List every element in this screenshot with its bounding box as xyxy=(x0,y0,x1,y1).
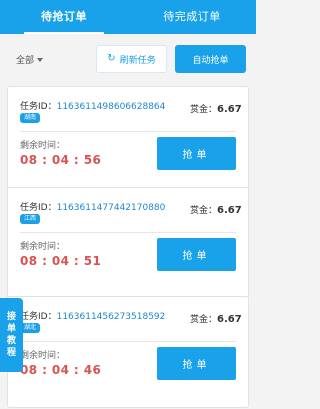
task-card: 任务ID：1163611477442170880 江西 赏金：6.67 剩余时间… xyxy=(7,187,249,299)
remaining-time-label: 剩余时间： xyxy=(20,141,66,151)
divider xyxy=(20,232,236,233)
bounty: 赏金：6.67 xyxy=(190,312,242,325)
task-id: 1163611456273518592 xyxy=(56,312,166,322)
grab-order-button[interactable]: 抢单 xyxy=(157,347,236,380)
task-grab-page: 待抢订单 待完成订单 全部 ↻ 刷新任务 自动抢单 任务ID：116361149… xyxy=(0,0,256,409)
tutorial-char: 单 xyxy=(6,324,16,334)
tutorial-char: 教 xyxy=(6,336,16,346)
countdown-timer: 08 : 04 : 46 xyxy=(20,363,102,377)
remaining-time-label: 剩余时间： xyxy=(20,351,66,361)
task-id-line: 任务ID：1163611477442170880 xyxy=(20,200,165,213)
filter-bar: 全部 ↻ 刷新任务 自动抢单 xyxy=(0,34,256,82)
region-badge: 湖北 xyxy=(20,323,41,333)
filter-dropdown[interactable]: 全部 xyxy=(16,53,44,66)
remaining-time-label: 剩余时间： xyxy=(20,242,66,252)
task-id-prefix: 任务ID： xyxy=(20,203,57,213)
refresh-tasks-button[interactable]: ↻ 刷新任务 xyxy=(96,45,167,73)
grab-order-button[interactable]: 抢单 xyxy=(157,137,236,170)
bounty-value: 6.67 xyxy=(217,314,242,325)
divider xyxy=(20,131,236,132)
tutorial-side-tab[interactable]: 接 单 教 程 xyxy=(0,298,23,372)
bounty-value: 6.67 xyxy=(217,205,242,216)
task-id: 1163611498606628864 xyxy=(56,102,166,112)
bounty-label: 赏金： xyxy=(190,315,218,325)
tutorial-char: 接 xyxy=(6,312,16,322)
task-id-line: 任务ID：1163611498606628864 xyxy=(20,99,165,112)
order-tabs: 待抢订单 待完成订单 xyxy=(0,0,256,34)
filter-label: 全部 xyxy=(16,56,35,66)
tab-pending-completion[interactable]: 待完成订单 xyxy=(128,0,256,34)
task-id: 1163611477442170880 xyxy=(56,203,166,213)
bounty-label: 赏金： xyxy=(190,206,218,216)
task-card: 任务ID：1163611498606628864 湖南 赏金：6.67 剩余时间… xyxy=(7,86,249,198)
task-id-prefix: 任务ID： xyxy=(20,312,57,322)
chevron-down-icon xyxy=(37,57,44,62)
refresh-icon: ↻ xyxy=(107,53,116,64)
refresh-label: 刷新任务 xyxy=(119,55,156,66)
tab-pending-orders[interactable]: 待抢订单 xyxy=(0,0,128,34)
region-badge: 江西 xyxy=(20,214,41,224)
countdown-timer: 08 : 04 : 51 xyxy=(20,254,102,268)
auto-grab-button[interactable]: 自动抢单 xyxy=(175,45,246,73)
task-card: 任务ID：1163611456273518592 湖北 赏金：6.67 剩余时间… xyxy=(7,296,249,408)
bounty-label: 赏金： xyxy=(190,105,218,115)
region-badge: 湖南 xyxy=(20,113,41,123)
grab-order-button[interactable]: 抢单 xyxy=(157,238,236,271)
countdown-timer: 08 : 04 : 56 xyxy=(20,153,102,167)
tutorial-char: 程 xyxy=(6,348,16,358)
divider xyxy=(20,341,236,342)
bounty: 赏金：6.67 xyxy=(190,102,242,115)
bounty-value: 6.67 xyxy=(217,104,242,115)
task-id-line: 任务ID：1163611456273518592 xyxy=(20,309,165,322)
bounty: 赏金：6.67 xyxy=(190,203,242,216)
task-id-prefix: 任务ID： xyxy=(20,102,57,112)
